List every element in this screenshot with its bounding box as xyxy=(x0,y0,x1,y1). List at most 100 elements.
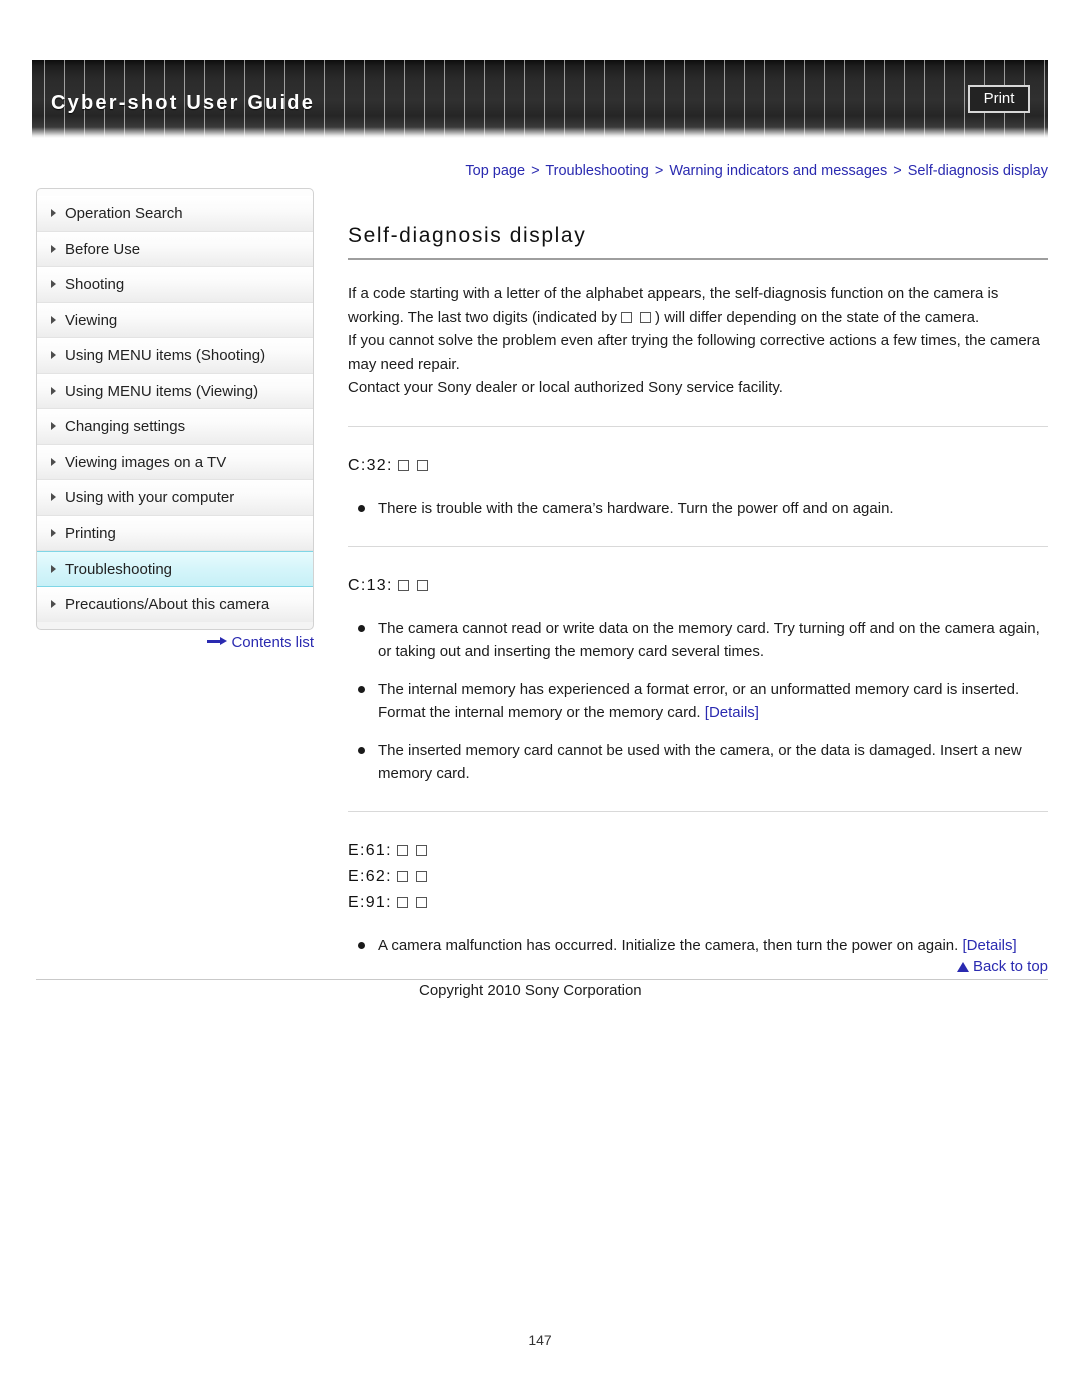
sidebar-item-label: Before Use xyxy=(65,240,141,258)
list-item: The inserted memory card cannot be used … xyxy=(348,739,1048,785)
sidebar-item-viewing[interactable]: Viewing xyxy=(37,302,313,338)
sidebar-item-precautions-about-this-camera[interactable]: Precautions/About this camera xyxy=(37,586,313,622)
section-divider xyxy=(348,425,1048,427)
sidebar-navigation: Operation Search Before Use Shooting Vie… xyxy=(36,188,314,630)
back-to-top-link[interactable]: Back to top xyxy=(348,958,1048,975)
placeholder-box-icon xyxy=(621,311,633,323)
chevron-right-icon xyxy=(51,564,56,573)
chevron-right-icon xyxy=(51,457,56,466)
chevron-right-icon xyxy=(51,386,56,395)
copyright-text: Copyright 2010 Sony Corporation xyxy=(419,982,642,999)
intro-paragraph-3: Contact your Sony dealer or local author… xyxy=(348,379,783,396)
list-item-text: There is trouble with the camera’s hardw… xyxy=(378,499,894,517)
sidebar-item-label: Printing xyxy=(65,524,116,542)
error-code-label: E:62: xyxy=(348,867,392,885)
sidebar-item-label: Changing settings xyxy=(65,418,186,435)
chevron-right-icon xyxy=(51,493,56,502)
placeholder-box-icon xyxy=(415,870,427,882)
print-button[interactable]: Print xyxy=(968,85,1030,113)
chevron-right-icon xyxy=(51,209,56,218)
footer-divider xyxy=(36,979,1048,980)
error-code-heading: C:32: xyxy=(348,453,1048,479)
list-item-text: A camera malfunction has occurred. Initi… xyxy=(378,936,959,954)
sidebar-item-before-use[interactable]: Before Use xyxy=(37,231,313,267)
error-code-label: E:61: xyxy=(348,841,392,859)
breadcrumb-separator: > xyxy=(531,163,540,179)
sidebar-item-label: Precautions/About this camera xyxy=(65,595,270,613)
placeholder-box-icon xyxy=(415,896,427,908)
list-item: The camera cannot read or write data on … xyxy=(348,617,1048,663)
app-title: Cyber-shot User Guide xyxy=(51,92,316,114)
error-code-heading: E:91: xyxy=(348,890,1048,916)
section-divider xyxy=(348,810,1048,812)
placeholder-box-icon xyxy=(396,896,408,908)
breadcrumb: Top page > Troubleshooting > Warning ind… xyxy=(348,163,1048,179)
list-item-text: The camera cannot read or write data on … xyxy=(378,619,1040,660)
placeholder-box-icon xyxy=(397,459,409,471)
chevron-right-icon xyxy=(51,315,56,324)
error-code-heading: E:61: xyxy=(348,838,1048,864)
sidebar-item-label: Troubleshooting xyxy=(65,561,173,578)
sidebar-item-label: Using MENU items (Viewing) xyxy=(65,382,259,400)
sidebar-item-viewing-images-on-a-tv[interactable]: Viewing images on a TV xyxy=(37,444,313,480)
triangle-up-icon xyxy=(956,962,969,972)
error-code-label: C:32: xyxy=(348,456,393,474)
section-c32: C:32: There is trouble with the camera’s… xyxy=(348,453,1048,520)
placeholder-box-icon xyxy=(640,311,652,323)
sidebar-item-shooting[interactable]: Shooting xyxy=(37,267,313,303)
sidebar-item-using-menu-items-viewing[interactable]: Using MENU items (Viewing) xyxy=(37,373,313,409)
list-item-text: The internal memory has experienced a fo… xyxy=(378,680,1020,721)
sidebar-item-using-menu-items-shooting[interactable]: Using MENU items (Shooting) xyxy=(37,338,313,374)
chevron-right-icon xyxy=(51,600,56,609)
intro-paragraph-2: If you cannot solve the problem even aft… xyxy=(348,332,1041,373)
breadcrumb-separator: > xyxy=(893,163,902,179)
header-banner: Cyber-shot User Guide Print xyxy=(32,60,1048,138)
intro-line1-b: ) will differ depending on the state of … xyxy=(655,308,980,326)
details-link[interactable]: [Details] xyxy=(705,704,759,721)
list-item: There is trouble with the camera’s hardw… xyxy=(348,497,1048,520)
sidebar-item-using-with-your-computer[interactable]: Using with your computer xyxy=(37,480,313,516)
contents-list-link[interactable]: Contents list xyxy=(36,634,314,651)
error-code-label: C:13: xyxy=(348,576,393,594)
contents-list-label: Contents list xyxy=(231,634,314,651)
bullet-list: A camera malfunction has occurred. Initi… xyxy=(348,934,1048,957)
sidebar-item-label: Shooting xyxy=(65,276,125,293)
list-item: A camera malfunction has occurred. Initi… xyxy=(348,934,1048,957)
intro-paragraph-1: If a code starting with a letter of the … xyxy=(348,282,1048,329)
breadcrumb-item-troubleshooting[interactable]: Troubleshooting xyxy=(545,163,648,179)
error-code-heading: E:62: xyxy=(348,864,1048,890)
breadcrumb-item-self-diagnosis-display[interactable]: Self-diagnosis display xyxy=(908,163,1048,179)
chevron-right-icon xyxy=(51,351,56,360)
chevron-right-icon xyxy=(51,244,56,253)
details-link[interactable]: [Details] xyxy=(963,937,1017,954)
section-divider xyxy=(348,545,1048,547)
chevron-right-icon xyxy=(51,280,56,289)
error-code-heading: C:13: xyxy=(348,573,1048,599)
sidebar-item-printing[interactable]: Printing xyxy=(37,515,313,551)
placeholder-box-icon xyxy=(416,579,428,591)
section-c13: C:13: The camera cannot read or write da… xyxy=(348,573,1048,785)
back-to-top-label: Back to top xyxy=(972,958,1048,975)
page-number: 147 xyxy=(528,1332,552,1348)
placeholder-box-icon xyxy=(397,579,409,591)
intro-text: If a code starting with a letter of the … xyxy=(348,282,1048,400)
breadcrumb-item-warning-indicators[interactable]: Warning indicators and messages xyxy=(669,163,887,179)
placeholder-box-icon xyxy=(396,844,408,856)
sidebar-item-label: Using MENU items (Shooting) xyxy=(65,347,266,364)
sidebar-item-label: Operation Search xyxy=(65,205,183,222)
breadcrumb-item-top-page[interactable]: Top page xyxy=(465,163,525,179)
sidebar-item-troubleshooting[interactable]: Troubleshooting xyxy=(37,551,313,587)
main-content: Self-diagnosis display If a code startin… xyxy=(348,224,1048,957)
section-e61-e62-e91: E:61: E:62: E:91: A camera malfunction h… xyxy=(348,838,1048,957)
sidebar-item-label: Using with your computer xyxy=(65,489,235,506)
list-item-text: The inserted memory card cannot be used … xyxy=(378,741,1022,782)
sidebar-item-operation-search[interactable]: Operation Search xyxy=(37,196,313,232)
chevron-right-icon xyxy=(51,528,56,537)
bullet-list: There is trouble with the camera’s hardw… xyxy=(348,497,1048,520)
placeholder-box-icon xyxy=(415,844,427,856)
list-item: The internal memory has experienced a fo… xyxy=(348,678,1048,724)
arrow-right-icon xyxy=(207,636,228,646)
placeholder-box-icon xyxy=(396,870,408,882)
page-title: Self-diagnosis display xyxy=(348,224,1048,260)
sidebar-item-changing-settings[interactable]: Changing settings xyxy=(37,409,313,445)
